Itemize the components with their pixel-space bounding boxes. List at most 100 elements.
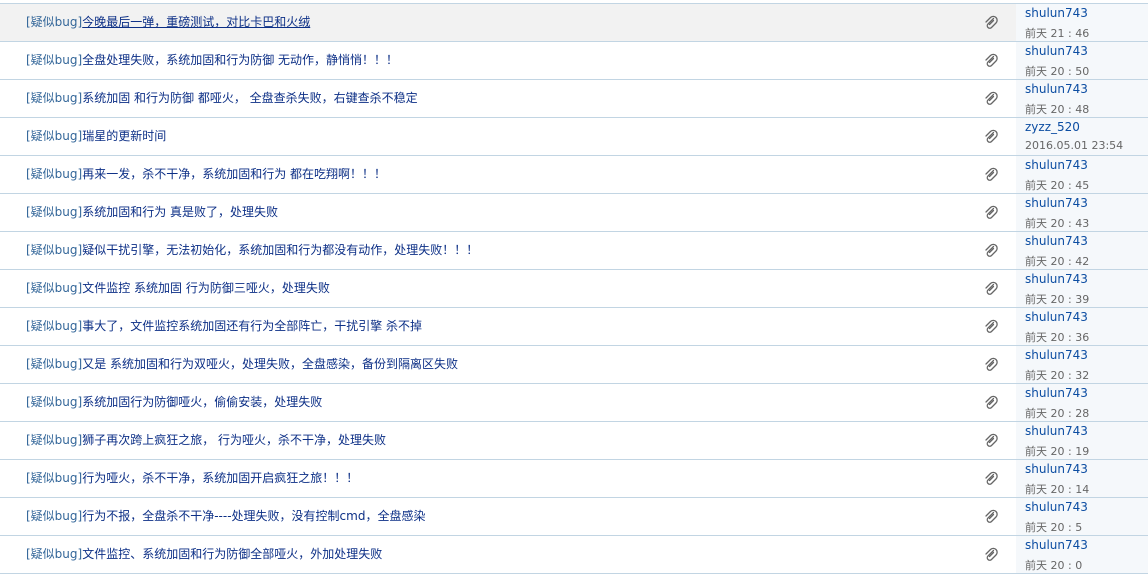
thread-author-cell: shulun743 前天 21 : 46 — [1016, 4, 1148, 41]
author-link[interactable]: shulun743 — [1025, 310, 1088, 324]
thread-title-cell: [疑似bug]疑似干扰引擎，无法初始化，系统加固和行为都没有动作，处理失败！！！ — [26, 232, 478, 269]
thread-title-link[interactable]: 文件监控、系统加固和行为防御全部哑火，外加处理失败 — [82, 547, 382, 561]
author-link[interactable]: shulun743 — [1025, 6, 1088, 20]
thread-row: [疑似bug]事大了，文件监控系统加固还有行为全部阵亡，干扰引擎 杀不掉 shu… — [0, 307, 1148, 345]
thread-author-cell: zyzz_520 2016.05.01 23:54 — [1016, 118, 1148, 155]
thread-list: [疑似bug]今晚最后一弹，重磅测试，对比卡巴和火绒 shulun743 前天 … — [0, 0, 1148, 584]
thread-type-tag-link[interactable]: [疑似bug] — [26, 53, 82, 67]
thread-title-link[interactable]: 事大了，文件监控系统加固还有行为全部阵亡，干扰引擎 杀不掉 — [82, 319, 422, 333]
post-date: 前天 20 : 50 — [1025, 65, 1090, 78]
author-link[interactable]: zyzz_520 — [1025, 120, 1080, 134]
thread-title-link[interactable]: 系统加固行为防御哑火，偷偷安装，处理失败 — [82, 395, 322, 409]
thread-row: [疑似bug]行为哑火，杀不干净，系统加固开启疯狂之旅！！！ shulun743… — [0, 459, 1148, 497]
thread-row: [疑似bug]今晚最后一弹，重磅测试，对比卡巴和火绒 shulun743 前天 … — [0, 3, 1148, 41]
thread-type-tag-link[interactable]: [疑似bug] — [26, 167, 82, 181]
thread-title-link[interactable]: 行为不报，全盘杀不干净----处理失败，没有控制cmd，全盘感染 — [82, 509, 425, 523]
thread-author-cell: shulun743 前天 20 : 50 — [1016, 42, 1148, 79]
author-link[interactable]: shulun743 — [1025, 462, 1088, 476]
author-link[interactable]: shulun743 — [1025, 538, 1088, 552]
thread-title-cell: [疑似bug]今晚最后一弹，重磅测试，对比卡巴和火绒 — [26, 4, 310, 41]
thread-title-link[interactable]: 疑似干扰引擎，无法初始化，系统加固和行为都没有动作，处理失败！！！ — [82, 243, 478, 257]
thread-row: [疑似bug]系统加固 和行为防御 都哑火， 全盘查杀失败，右键查杀不稳定 sh… — [0, 79, 1148, 117]
thread-title-link[interactable]: 狮子再次跨上疯狂之旅， 行为哑火，杀不干净，处理失败 — [82, 433, 386, 447]
thread-row: [疑似bug]再来一发，杀不干净，系统加固和行为 都在吃翔啊！！！ shulun… — [0, 155, 1148, 193]
paperclip-icon — [984, 471, 998, 487]
thread-row: [疑似bug]瑞星的更新时间 zyzz_520 2016.05.01 23:54 — [0, 117, 1148, 155]
thread-title-link[interactable]: 瑞星的更新时间 — [82, 129, 166, 143]
thread-author-cell: shulun743 前天 20 : 45 — [1016, 156, 1148, 193]
list-divider — [0, 573, 1148, 574]
thread-type-tag-link[interactable]: [疑似bug] — [26, 319, 82, 333]
paperclip-icon — [984, 53, 998, 69]
author-link[interactable]: shulun743 — [1025, 424, 1088, 438]
thread-type-tag-link[interactable]: [疑似bug] — [26, 91, 82, 105]
thread-author-cell: shulun743 前天 20 : 43 — [1016, 194, 1148, 231]
post-date: 前天 20 : 39 — [1025, 293, 1090, 306]
author-link[interactable]: shulun743 — [1025, 44, 1088, 58]
thread-type-tag-link[interactable]: [疑似bug] — [26, 281, 82, 295]
author-link[interactable]: shulun743 — [1025, 500, 1088, 514]
thread-title-cell: [疑似bug]系统加固行为防御哑火，偷偷安装，处理失败 — [26, 384, 322, 421]
author-link[interactable]: shulun743 — [1025, 234, 1088, 248]
post-date: 2016.05.01 23:54 — [1025, 139, 1124, 152]
thread-type-tag-link[interactable]: [疑似bug] — [26, 129, 82, 143]
post-date: 前天 20 : 14 — [1025, 483, 1090, 496]
thread-author-cell: shulun743 前天 20 : 48 — [1016, 80, 1148, 117]
author-link[interactable]: shulun743 — [1025, 196, 1088, 210]
thread-title-link[interactable]: 又是 系统加固和行为双哑火，处理失败，全盘感染，备份到隔离区失败 — [82, 357, 458, 371]
thread-type-tag-link[interactable]: [疑似bug] — [26, 357, 82, 371]
post-date: 前天 20 : 36 — [1025, 331, 1090, 344]
paperclip-icon — [984, 243, 998, 259]
thread-type-tag-link[interactable]: [疑似bug] — [26, 243, 82, 257]
thread-title-cell: [疑似bug]文件监控、系统加固和行为防御全部哑火，外加处理失败 — [26, 536, 382, 573]
thread-type-tag-link[interactable]: [疑似bug] — [26, 433, 82, 447]
thread-title-cell: [疑似bug]狮子再次跨上疯狂之旅， 行为哑火，杀不干净，处理失败 — [26, 422, 386, 459]
author-link[interactable]: shulun743 — [1025, 348, 1088, 362]
author-link[interactable]: shulun743 — [1025, 82, 1088, 96]
thread-title-link[interactable]: 行为哑火，杀不干净，系统加固开启疯狂之旅！！！ — [82, 471, 358, 485]
thread-row: [疑似bug]狮子再次跨上疯狂之旅， 行为哑火，杀不干净，处理失败 shulun… — [0, 421, 1148, 459]
thread-type-tag-link[interactable]: [疑似bug] — [26, 547, 82, 561]
thread-type-tag-link[interactable]: [疑似bug] — [26, 509, 82, 523]
paperclip-icon — [984, 129, 998, 145]
thread-author-cell: shulun743 前天 20 : 28 — [1016, 384, 1148, 421]
thread-title-link[interactable]: 再来一发，杀不干净，系统加固和行为 都在吃翔啊！！！ — [82, 167, 386, 181]
thread-title-link[interactable]: 今晚最后一弹，重磅测试，对比卡巴和火绒 — [82, 15, 310, 29]
thread-row: [疑似bug]文件监控 系统加固 行为防御三哑火，处理失败 shulun743 … — [0, 269, 1148, 307]
thread-title-cell: [疑似bug]瑞星的更新时间 — [26, 118, 166, 155]
thread-title-cell: [疑似bug]文件监控 系统加固 行为防御三哑火，处理失败 — [26, 270, 330, 307]
thread-author-cell: shulun743 前天 20 : 39 — [1016, 270, 1148, 307]
post-date: 前天 20 : 0 — [1025, 559, 1083, 572]
thread-title-link[interactable]: 系统加固 和行为防御 都哑火， 全盘查杀失败，右键查杀不稳定 — [82, 91, 417, 105]
post-date: 前天 20 : 28 — [1025, 407, 1090, 420]
thread-row: [疑似bug]又是 系统加固和行为双哑火，处理失败，全盘感染，备份到隔离区失败 … — [0, 345, 1148, 383]
thread-type-tag-link[interactable]: [疑似bug] — [26, 471, 82, 485]
post-date: 前天 20 : 42 — [1025, 255, 1090, 268]
thread-type-tag-link[interactable]: [疑似bug] — [26, 395, 82, 409]
post-date: 前天 20 : 48 — [1025, 103, 1090, 116]
author-link[interactable]: shulun743 — [1025, 158, 1088, 172]
author-link[interactable]: shulun743 — [1025, 272, 1088, 286]
thread-type-tag-link[interactable]: [疑似bug] — [26, 15, 82, 29]
paperclip-icon — [984, 319, 998, 335]
post-date: 前天 21 : 46 — [1025, 27, 1090, 40]
thread-title-cell: [疑似bug]全盘处理失败，系统加固和行为防御 无动作，静悄悄！！！ — [26, 42, 398, 79]
thread-title-link[interactable]: 系统加固和行为 真是败了，处理失败 — [82, 205, 278, 219]
paperclip-icon — [984, 91, 998, 107]
thread-author-cell: shulun743 前天 20 : 36 — [1016, 308, 1148, 345]
thread-title-link[interactable]: 全盘处理失败，系统加固和行为防御 无动作，静悄悄！！！ — [82, 53, 398, 67]
paperclip-icon — [984, 547, 998, 563]
thread-title-cell: [疑似bug]行为不报，全盘杀不干净----处理失败，没有控制cmd，全盘感染 — [26, 498, 425, 535]
thread-type-tag-link[interactable]: [疑似bug] — [26, 205, 82, 219]
paperclip-icon — [984, 357, 998, 373]
thread-title-cell: [疑似bug]又是 系统加固和行为双哑火，处理失败，全盘感染，备份到隔离区失败 — [26, 346, 458, 383]
thread-author-cell: shulun743 前天 20 : 0 — [1016, 536, 1148, 573]
thread-row: [疑似bug]疑似干扰引擎，无法初始化，系统加固和行为都没有动作，处理失败！！！… — [0, 231, 1148, 269]
thread-row: [疑似bug]系统加固行为防御哑火，偷偷安装，处理失败 shulun743 前天… — [0, 383, 1148, 421]
author-link[interactable]: shulun743 — [1025, 386, 1088, 400]
paperclip-icon — [984, 509, 998, 525]
thread-author-cell: shulun743 前天 20 : 14 — [1016, 460, 1148, 497]
thread-author-cell: shulun743 前天 20 : 32 — [1016, 346, 1148, 383]
thread-title-cell: [疑似bug]系统加固 和行为防御 都哑火， 全盘查杀失败，右键查杀不稳定 — [26, 80, 418, 117]
thread-title-link[interactable]: 文件监控 系统加固 行为防御三哑火，处理失败 — [82, 281, 330, 295]
